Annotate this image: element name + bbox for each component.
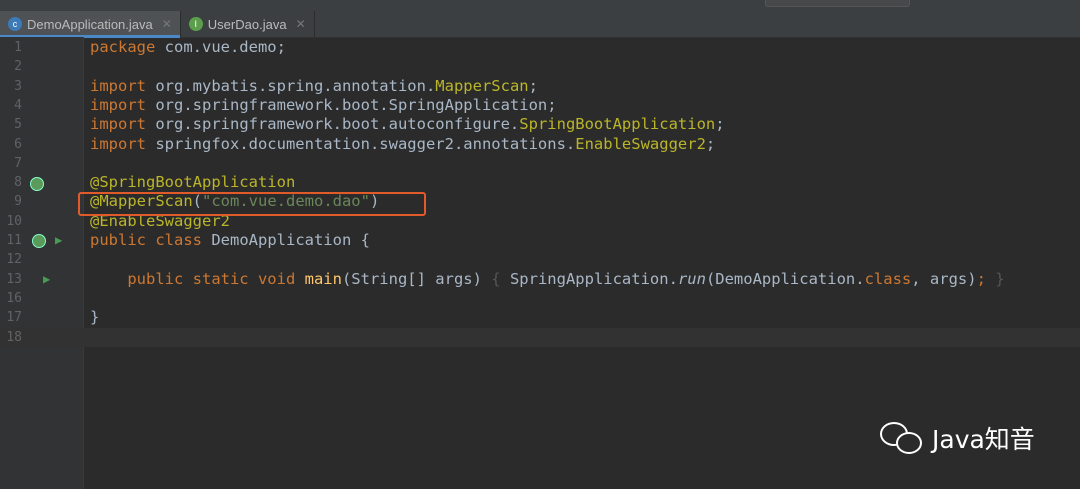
code-text: import org.springframework.boot.SpringAp… [90,96,557,115]
code-token: , args) [911,269,977,288]
line-number: 2 [14,59,22,75]
watermark-text: Java知音 [932,425,1035,454]
line-number: 18 [6,329,22,345]
code-text: @SpringBootApplication [90,173,295,192]
code-token: } [995,269,1005,288]
code-line[interactable]: 16 [0,289,1080,308]
code-line[interactable]: 12 [0,250,1080,269]
code-token: } [90,308,100,327]
line-number: 1 [14,40,22,55]
code-text: import org.springframework.boot.autoconf… [90,115,725,134]
spring-bean-icon[interactable] [32,234,46,248]
code-token: org.springframework.boot.SpringApplicati… [155,95,557,114]
code-line[interactable]: 11 public class DemoApplication { [0,231,1080,250]
code-line[interactable]: 18 [0,327,1080,347]
code-token: SpringApplication. [509,269,678,288]
code-token: springfox.documentation.swagger2.annotat… [155,134,576,153]
code-line[interactable]: 3 import org.mybatis.spring.annotation.Ma… [0,77,1080,96]
code-line[interactable]: 6 import springfox.documentation.swagger2… [0,135,1080,154]
code-token: ; [528,76,548,95]
code-token: com.vue.demo; [164,38,286,56]
code-token: (DemoApplication. [705,269,865,288]
watermark: Java知音 [880,420,1035,456]
code-token: public class [90,231,212,249]
code-token: main [304,269,342,288]
interface-icon: I [188,17,203,31]
code-token: package [90,38,165,56]
tab-label: DemoApplication.java [27,16,153,32]
line-number: 17 [6,310,22,326]
code-token: ; [976,269,996,288]
tab-user-dao[interactable]: I UserDao.java ✕ [181,11,315,37]
code-line[interactable]: 8 @SpringBootApplication [0,173,1080,192]
run-icon[interactable]: ▶ [55,233,62,247]
code-token: MapperScan [435,76,529,95]
line-number: 16 [6,290,22,306]
close-icon[interactable]: ✕ [162,17,172,31]
code-token: import [90,115,156,134]
line-number: 11 [6,233,22,248]
close-icon[interactable]: ✕ [296,17,306,31]
code-line[interactable]: 17} [0,308,1080,327]
spring-class-icon: c [8,17,22,31]
code-token: import [90,95,156,114]
line-number: 6 [14,136,22,152]
line-number: 12 [6,252,22,268]
code-line[interactable]: 13 public static void main(String[] args… [0,270,1080,289]
line-number: 10 [6,213,22,229]
code-token: org.mybatis.spring.annotation. [155,76,436,95]
code-token: import [90,76,156,95]
code-token: ; [715,115,725,134]
code-line[interactable]: 7 [0,154,1080,173]
code-token: org.springframework.boot.autoconfigure. [155,115,520,134]
code-token: @SpringBootApplication [90,173,296,192]
tab-demo-application[interactable]: c DemoApplication.java ✕ [0,11,181,38]
code-text: public static void main(String[] args) {… [90,269,1005,289]
code-token: { [491,269,510,288]
code-token: import [90,134,156,153]
toolbar [0,0,1080,11]
code-token: class [864,269,912,288]
code-token: public static void [90,269,305,288]
code-line[interactable]: 1 package com.vue.demo; [0,38,1080,57]
line-number: 4 [14,97,22,113]
code-line[interactable]: 4 import org.springframework.boot.SpringA… [0,96,1080,115]
code-text: package com.vue.demo; [90,38,286,57]
line-number: 7 [14,155,22,171]
code-token: SpringBootApplication [519,115,716,134]
line-number: 8 [14,175,22,191]
line-number: 3 [14,78,22,94]
code-text: } [90,308,99,327]
editor-tabs: c DemoApplication.java ✕ I UserDao.java … [0,11,1080,38]
code-token: run [677,269,706,288]
tab-label: UserDao.java [207,16,287,32]
code-line[interactable]: 5 import org.springframework.boot.autocon… [0,115,1080,134]
code-token: ; [705,134,716,153]
wechat-logo-icon [880,420,924,456]
run-icon[interactable]: ▶ [43,272,50,286]
code-text: import org.mybatis.spring.annotation.Map… [90,77,547,96]
search-field[interactable] [765,0,910,7]
highlight-box [78,192,426,216]
code-token: DemoApplication { [211,231,370,249]
line-number: 13 [6,271,22,287]
code-line[interactable]: 2 [0,57,1080,76]
code-text: public class DemoApplication { [90,231,370,250]
spring-bean-icon[interactable] [30,177,44,191]
line-number: 9 [14,194,22,210]
code-token: (String[] args) [341,269,492,288]
code-token: EnableSwagger2 [575,134,706,153]
code-text: import springfox.documentation.swagger2.… [90,135,715,154]
line-number: 5 [14,117,22,133]
